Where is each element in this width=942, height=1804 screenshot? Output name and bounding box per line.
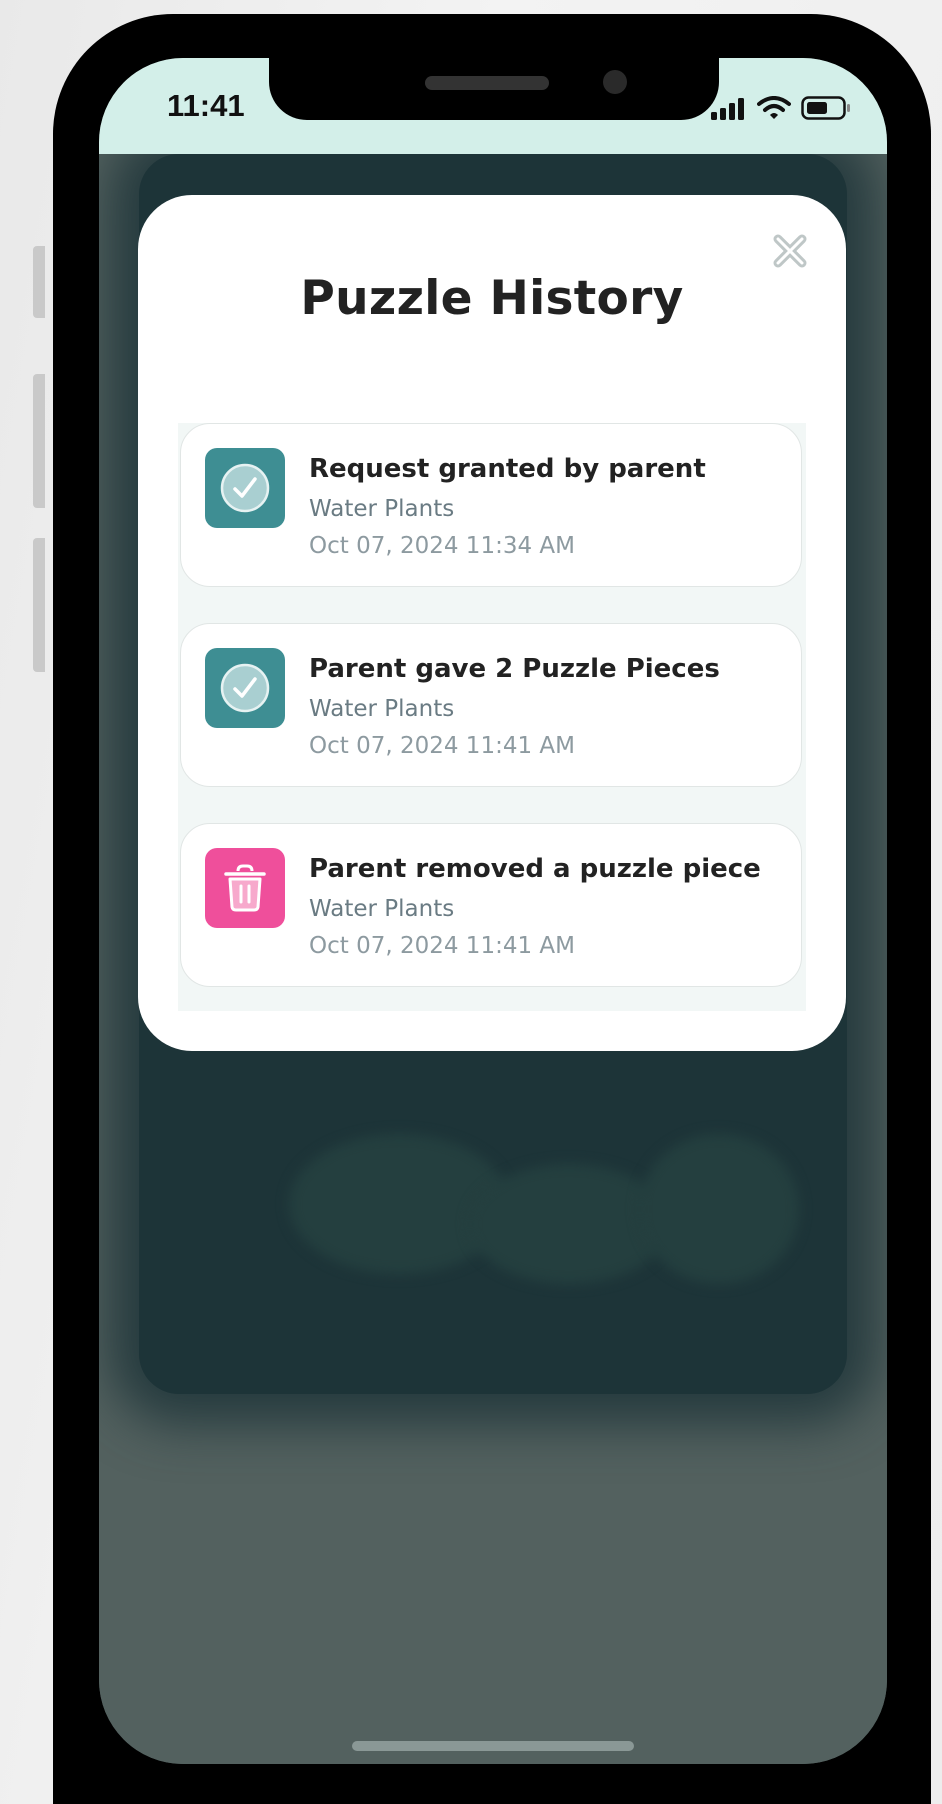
trash-icon — [205, 848, 285, 928]
puzzle-history-modal: Puzzle History Request granted by parent… — [138, 195, 846, 1051]
background-blur-shape — [469, 1164, 669, 1284]
phone-speaker — [425, 76, 549, 90]
history-item-title: Parent removed a puzzle piece — [309, 854, 761, 884]
phone-volume-up-button — [33, 374, 45, 508]
close-button[interactable] — [770, 231, 810, 271]
background-blur-shape — [639, 1134, 799, 1284]
status-icons — [711, 96, 851, 120]
wifi-icon — [757, 96, 791, 119]
history-item[interactable]: Parent gave 2 Puzzle Pieces Water Plants… — [180, 623, 802, 787]
history-item-timestamp: Oct 07, 2024 11:34 AM — [309, 533, 575, 559]
history-item-title: Parent gave 2 Puzzle Pieces — [309, 654, 720, 684]
history-item-title: Request granted by parent — [309, 454, 706, 484]
home-indicator[interactable] — [352, 1741, 634, 1751]
cellular-signal-icon — [711, 98, 744, 120]
history-item-task: Water Plants — [309, 696, 455, 722]
phone-notch — [269, 58, 719, 120]
phone-volume-down-button — [33, 538, 45, 672]
history-item[interactable]: Parent removed a puzzle piece Water Plan… — [180, 823, 802, 987]
close-icon — [773, 234, 807, 268]
phone-mute-switch — [33, 246, 45, 318]
history-item-timestamp: Oct 07, 2024 11:41 AM — [309, 933, 575, 959]
history-item[interactable]: Request granted by parent Water Plants O… — [180, 423, 802, 587]
check-circle-icon — [205, 448, 285, 528]
phone-screen: 11:41 Puzzle History Request granted by … — [99, 58, 887, 1764]
phone-camera — [603, 70, 627, 94]
modal-title: Puzzle History — [300, 271, 684, 326]
history-item-timestamp: Oct 07, 2024 11:41 AM — [309, 733, 575, 759]
status-time: 11:41 — [167, 88, 245, 123]
check-circle-icon — [205, 648, 285, 728]
history-item-task: Water Plants — [309, 496, 455, 522]
battery-icon — [801, 96, 850, 120]
history-list[interactable]: Request granted by parent Water Plants O… — [178, 423, 806, 1011]
history-item-task: Water Plants — [309, 896, 455, 922]
